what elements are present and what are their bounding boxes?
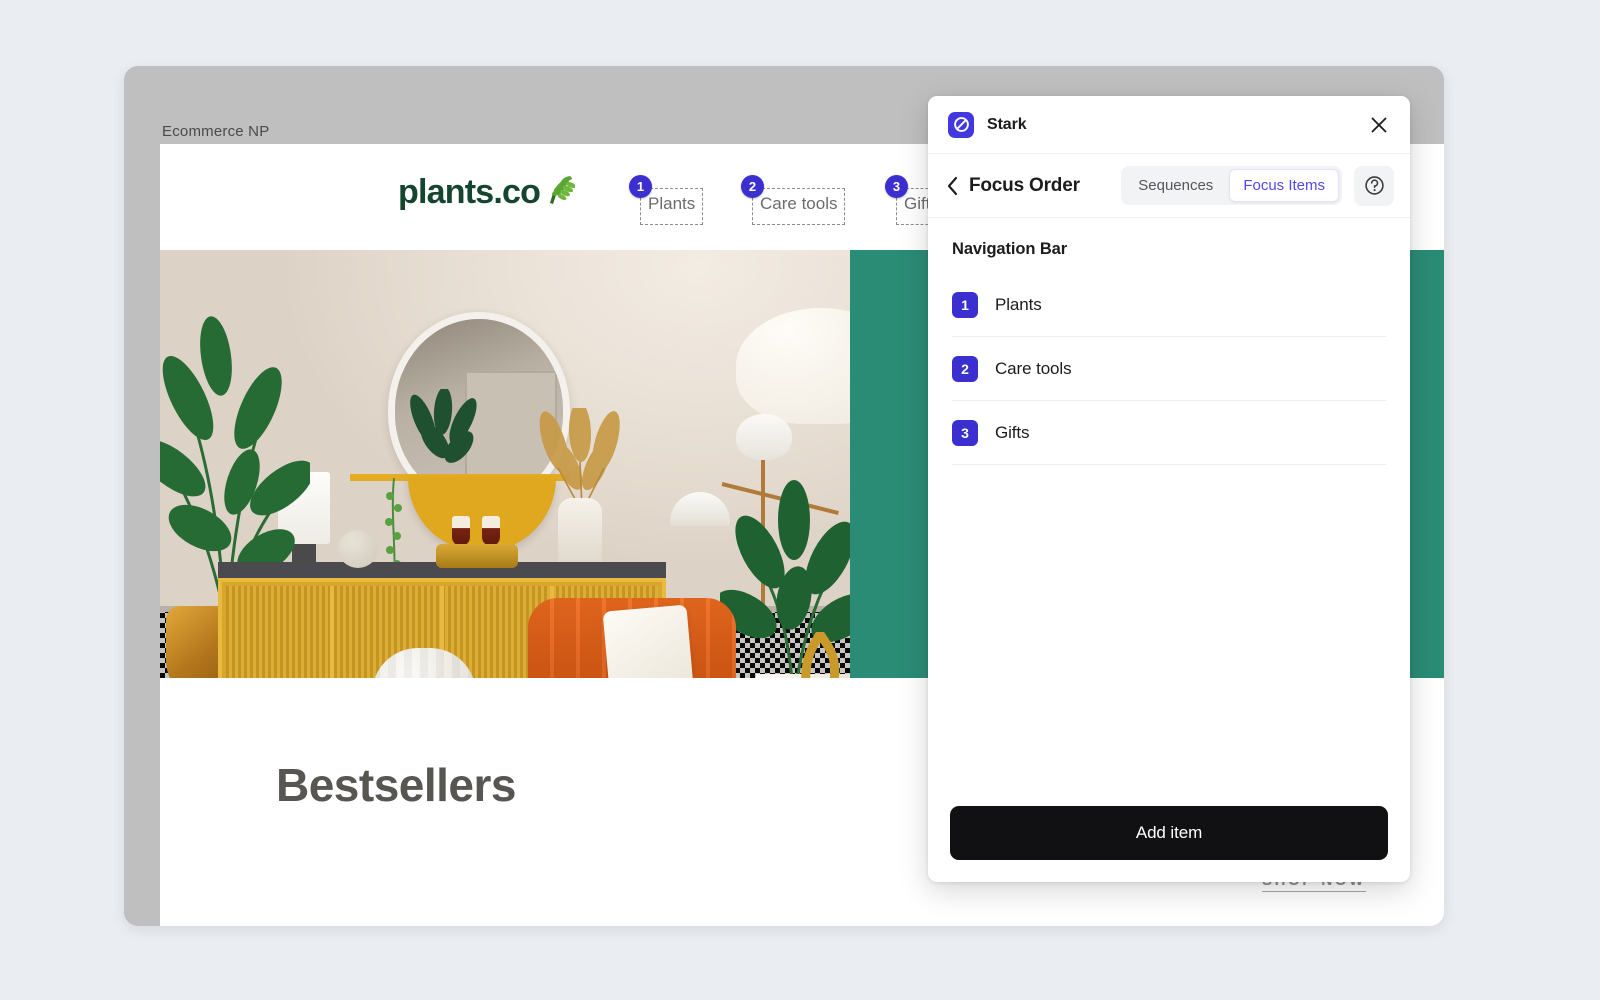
- close-icon[interactable]: [1366, 112, 1392, 138]
- help-glyph-icon: [1364, 176, 1384, 195]
- panel-title: Focus Order: [969, 174, 1080, 196]
- bestsellers-heading: Bestsellers: [276, 759, 517, 811]
- close-glyph-icon: [1371, 117, 1387, 132]
- ceiling-lamp-shade: [736, 308, 850, 424]
- focus-item-row[interactable]: 3 Gifts: [952, 401, 1386, 465]
- back-button[interactable]: Focus Order: [946, 175, 1080, 197]
- brand-wordmark: plants.co: [398, 173, 541, 211]
- focus-item-row[interactable]: 1 Plants: [952, 273, 1386, 337]
- tab-sequences[interactable]: Sequences: [1124, 169, 1227, 202]
- wine-glass: [482, 516, 500, 546]
- focus-badge-number: 3: [885, 175, 908, 198]
- panel-titlebar: Stark: [928, 96, 1410, 154]
- stone-knot-sculpture: [338, 530, 378, 568]
- focus-order-number: 3: [952, 419, 978, 446]
- nav-link-label: Care tools: [760, 194, 838, 213]
- focus-item-label: Care tools: [995, 358, 1072, 378]
- stark-logo-icon: [948, 111, 974, 138]
- floor-lamp-globe: [736, 414, 792, 460]
- focus-item-row[interactable]: 2 Care tools: [952, 337, 1386, 401]
- gold-sculpture: [801, 632, 840, 678]
- focus-items-list: Navigation Bar 1 Plants 2 Care tools 3 G…: [928, 218, 1410, 790]
- brass-tray: [436, 544, 518, 568]
- stark-glyph-icon: [953, 117, 969, 132]
- pampas-grass: [539, 408, 620, 508]
- brand-logo[interactable]: plants.co: [398, 173, 576, 211]
- nav-link-outline[interactable]: Care tools: [752, 188, 846, 225]
- throw-pillow: [602, 604, 694, 678]
- frame-label: Ecommerce NP: [162, 123, 270, 140]
- panel-toolbar: Focus Order Sequences Focus Items: [928, 154, 1410, 218]
- sideboard-divider: [330, 586, 334, 678]
- chevron-left-icon: [947, 176, 958, 195]
- hero-photo: [160, 250, 850, 678]
- add-item-button[interactable]: Add item: [950, 806, 1388, 860]
- wine-glass: [452, 516, 470, 546]
- tab-focus-items[interactable]: Focus Items: [1229, 169, 1339, 202]
- orange-armchair: [508, 598, 754, 678]
- segmented-control: Sequences Focus Items: [1121, 166, 1342, 205]
- stark-plugin-panel: Stark Focus Order Sequences Focus Items: [928, 96, 1410, 882]
- nav-link-label: Plants: [648, 194, 696, 213]
- leaf-icon: [550, 176, 576, 204]
- panel-footer: Add item: [928, 790, 1410, 882]
- help-circle-icon[interactable]: [1354, 165, 1394, 206]
- ceramic-vase: [558, 498, 602, 570]
- nav-focus-marker-1[interactable]: 1 Plants: [629, 175, 704, 225]
- group-heading: Navigation Bar: [952, 240, 1068, 258]
- focus-item-label: Plants: [995, 294, 1042, 314]
- focus-badge-number: 1: [629, 175, 652, 198]
- focus-badge-number: 2: [741, 175, 764, 198]
- nav-focus-marker-2[interactable]: 2 Care tools: [741, 175, 846, 225]
- app-name: Stark: [987, 115, 1027, 133]
- focus-order-number: 2: [952, 355, 978, 382]
- focus-item-label: Gifts: [995, 422, 1030, 442]
- focus-order-number: 1: [952, 291, 978, 318]
